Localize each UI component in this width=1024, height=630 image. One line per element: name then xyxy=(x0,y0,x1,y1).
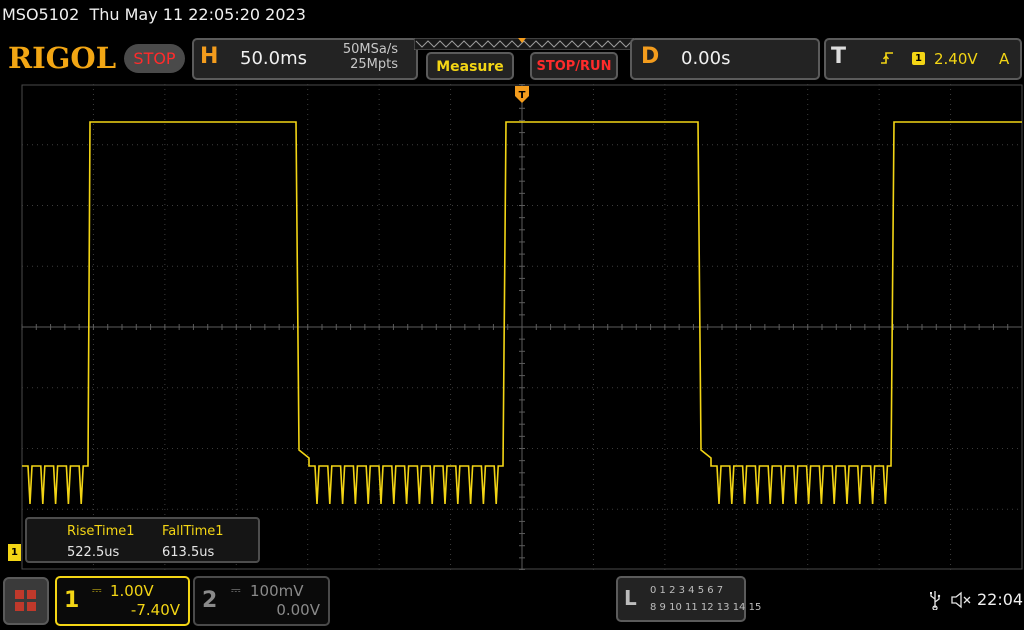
trigger-mode: A xyxy=(999,50,1010,68)
menu-button[interactable] xyxy=(3,577,49,625)
logic-letter: L xyxy=(624,586,637,610)
trigger-letter: T xyxy=(831,44,847,69)
rigol-logo: RIGOL xyxy=(8,41,117,75)
grid-menu-icon xyxy=(15,590,36,611)
measurement-name-risetime: RiseTime1 xyxy=(67,524,135,539)
channel-2-scale: 100mV xyxy=(250,582,304,600)
sample-rate: 50MSa/s xyxy=(342,42,398,57)
usb-icon xyxy=(930,591,941,610)
memory-position-bar[interactable] xyxy=(414,38,634,50)
dc-coupling-icon: ⎓ xyxy=(231,583,241,597)
title-bar: MSO5102 Thu May 11 22:05:20 2023 xyxy=(0,0,1024,34)
delay-letter: D xyxy=(641,44,660,69)
trigger-level: 2.40V xyxy=(934,50,978,68)
channel-1-offset: -7.40V xyxy=(130,601,180,619)
delay-value: 0.00s xyxy=(681,48,731,69)
measurement-name-falltime: FallTime1 xyxy=(162,524,224,539)
channel-2-number: 2 xyxy=(202,588,218,613)
dc-coupling-icon: ⎓ xyxy=(92,583,102,597)
logic-channels-row-2: 8 9 10 11 12 13 14 15 xyxy=(650,602,762,613)
waveform-display[interactable]: T xyxy=(0,84,1024,570)
memory-depth: 25Mpts xyxy=(350,57,398,72)
horizontal-letter: H xyxy=(200,44,219,69)
rising-edge-icon xyxy=(881,52,893,64)
channel-1-ground-marker[interactable]: 1 xyxy=(8,544,21,561)
channel-1-number: 1 xyxy=(64,588,80,613)
measurement-results[interactable]: RiseTime1 FallTime1 522.5us 613.5us xyxy=(25,517,260,563)
date-time: Thu May 11 22:05:20 2023 xyxy=(89,5,306,24)
stop-run-button[interactable]: STOP/RUN xyxy=(530,52,618,80)
channel-1-scale: 1.00V xyxy=(110,582,154,600)
run-state-badge: STOP xyxy=(124,44,185,73)
measure-label: Measure xyxy=(436,59,504,75)
trigger-source-badge: 1 xyxy=(912,52,925,65)
logic-channels-row-1: 0 1 2 3 4 5 6 7 xyxy=(650,585,724,596)
measurement-value-falltime: 613.5us xyxy=(162,545,215,560)
instrument-model: MSO5102 xyxy=(2,5,80,24)
clock: 22:04 xyxy=(977,590,1024,609)
stop-run-label: STOP/RUN xyxy=(536,59,612,74)
speaker-muted-icon[interactable] xyxy=(950,590,972,610)
timebase-value: 50.0ms xyxy=(240,48,307,69)
trigger-position-marker: T xyxy=(515,86,529,103)
trigger-marker-label: T xyxy=(519,90,526,101)
title-text: MSO5102 Thu May 11 22:05:20 2023 xyxy=(2,5,306,24)
channel-2-offset: 0.00V xyxy=(276,601,320,619)
measurement-value-risetime: 522.5us xyxy=(67,545,120,560)
measure-button[interactable]: Measure xyxy=(426,52,514,80)
